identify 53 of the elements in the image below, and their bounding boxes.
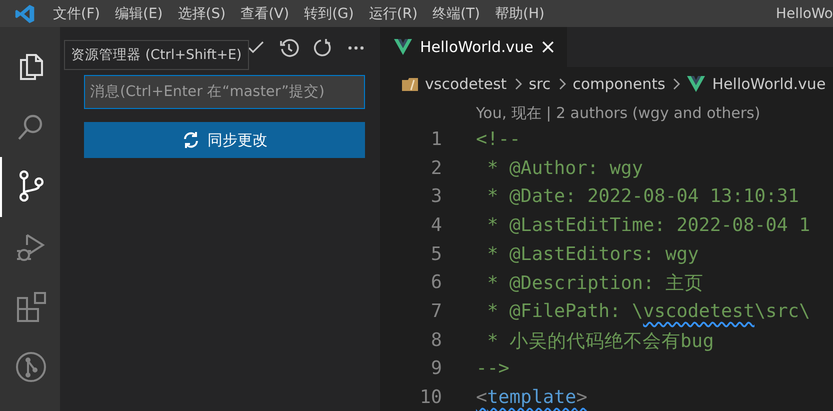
line-number: 10	[418, 387, 442, 408]
git-graph-icon	[15, 351, 47, 383]
menu-item[interactable]: 转到(G)	[304, 4, 354, 22]
line-number: 8	[430, 330, 442, 351]
commit-message-field[interactable]: 消息(Ctrl+Enter 在“master”提交)	[84, 75, 365, 109]
code-line: * @LastEditors: wgy	[486, 244, 699, 265]
window-title: HelloWo	[776, 6, 833, 22]
vue-icon	[687, 76, 706, 92]
code-line: * @LastEditTime: 2022-08-04 1	[486, 214, 810, 236]
line-number: 5	[430, 244, 442, 265]
line-number: 3	[430, 186, 442, 208]
menu-item[interactable]: 文件(F)	[53, 4, 100, 22]
menu-item[interactable]: 编辑(E)	[114, 4, 163, 22]
menu-item[interactable]: 终端(T)	[432, 4, 480, 22]
refresh-icon[interactable]	[313, 38, 333, 58]
code-line: * @Date: 2022-08-04 13:10:31	[486, 186, 800, 208]
codelens-text: You, 现在 | 2 authors (wgy and others)	[475, 103, 762, 124]
line-number: 7	[430, 300, 442, 322]
close-icon[interactable]	[541, 40, 556, 54]
line-number: 9	[430, 358, 442, 380]
extensions-icon	[15, 291, 47, 323]
line-number: 4	[430, 214, 442, 236]
folder-icon	[402, 77, 418, 91]
more-icon[interactable]	[347, 45, 365, 51]
breadcrumb-item[interactable]: components	[572, 75, 666, 93]
code-line: * 小吴的代码绝不会有bug	[486, 330, 714, 353]
sync-button[interactable]: 同步更改	[84, 122, 365, 158]
history-icon[interactable]	[279, 38, 299, 58]
menu-item[interactable]: 帮助(H)	[495, 4, 544, 22]
chevron-icon	[514, 78, 522, 90]
sync-icon	[182, 131, 200, 149]
code-line: <!--	[476, 128, 521, 150]
tab-label: HelloWorld.vue	[420, 38, 534, 56]
line-number: 6	[430, 272, 442, 294]
breadcrumb-item[interactable]: HelloWorld.vue	[712, 75, 826, 93]
breadcrumb-item[interactable]: vscodetest	[425, 75, 507, 93]
code-line: * @Description: 主页	[486, 272, 704, 296]
editor-tab[interactable]: HelloWorld.vue	[380, 27, 568, 67]
breadcrumb-item[interactable]: src	[528, 75, 551, 93]
code-line: <template>	[476, 387, 588, 408]
code-line: * @FilePath: \vscodetest\src\	[486, 300, 810, 322]
tooltip: 资源管理器 (Ctrl+Shift+E)	[64, 40, 249, 70]
vue-icon	[394, 39, 412, 55]
menu-item[interactable]: 查看(V)	[240, 4, 290, 22]
chevron-icon	[558, 78, 566, 90]
logo-icon	[14, 2, 36, 24]
code-line: -->	[476, 358, 510, 380]
menu-item[interactable]: 运行(R)	[368, 4, 418, 22]
line-number: 2	[430, 158, 442, 179]
code-line: * @Author: wgy	[486, 158, 644, 179]
menu-item[interactable]: 选择(S)	[178, 4, 226, 22]
line-number: 1	[430, 128, 442, 150]
chevron-icon	[672, 78, 680, 90]
